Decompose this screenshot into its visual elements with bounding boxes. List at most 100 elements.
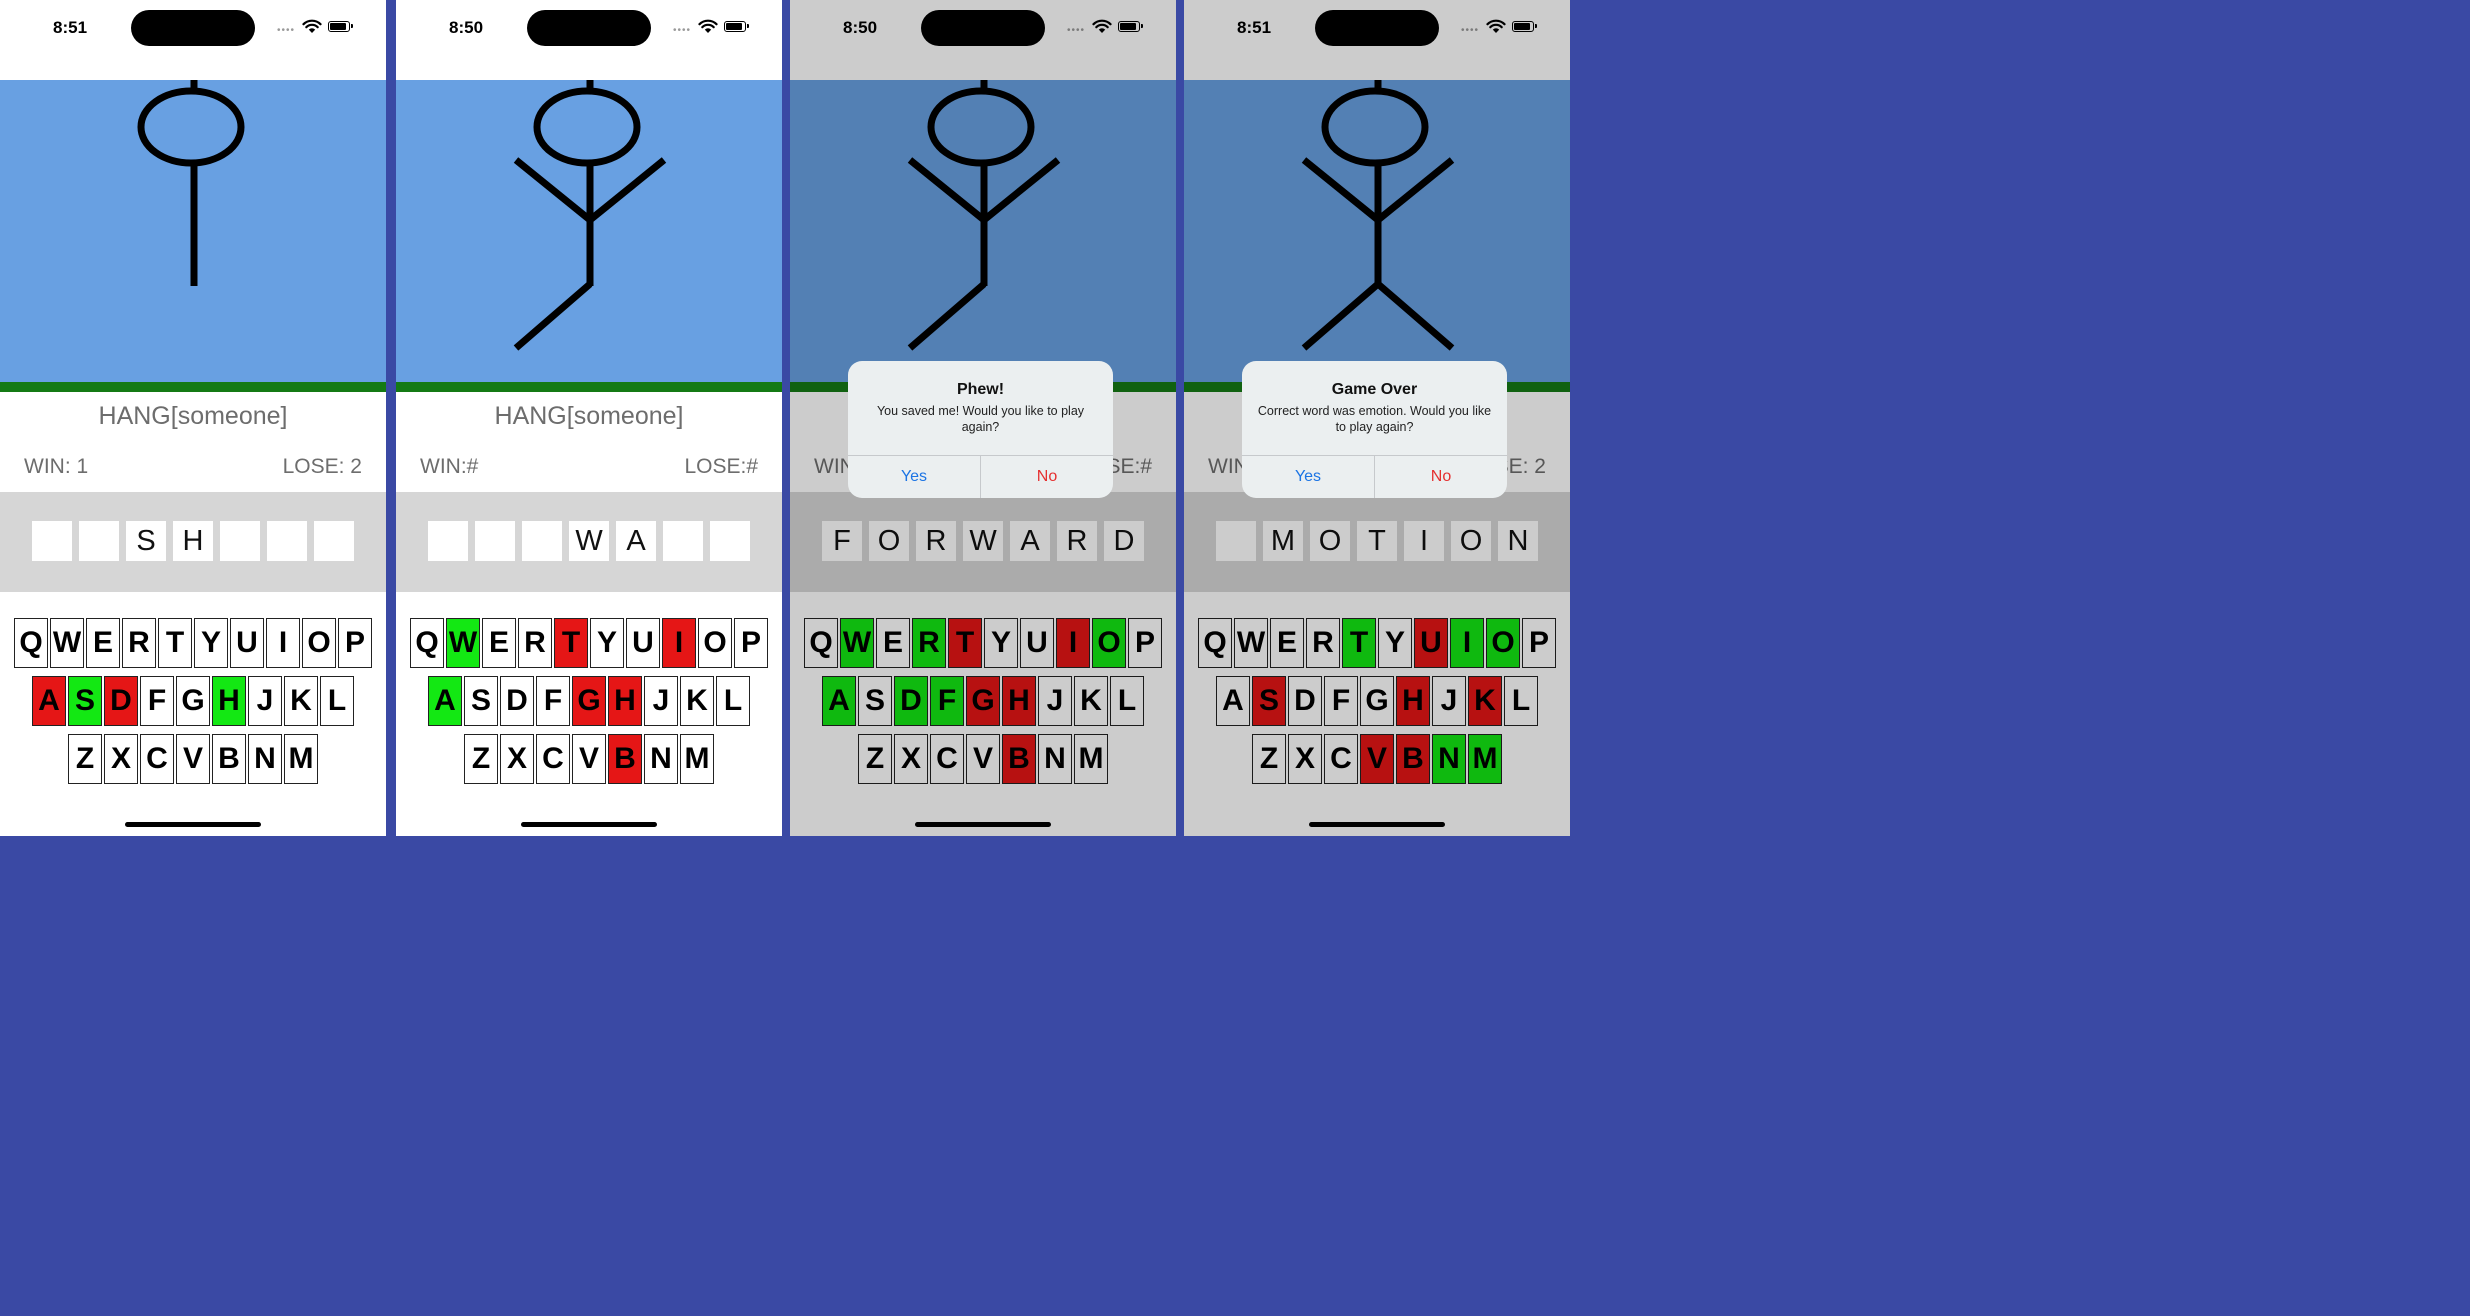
key-y[interactable]: Y — [590, 618, 624, 668]
key-f[interactable]: F — [536, 676, 570, 726]
letter-slot — [475, 521, 515, 561]
key-h[interactable]: H — [608, 676, 642, 726]
key-j[interactable]: J — [644, 676, 678, 726]
key-s[interactable]: S — [68, 676, 102, 726]
hangman-figure — [137, 80, 245, 286]
hangman-right-arm — [587, 157, 667, 223]
keyboard-row: ASDFGHJKL — [396, 676, 782, 726]
letter-slot — [710, 521, 750, 561]
key-p[interactable]: P — [734, 618, 768, 668]
battery-icon — [724, 21, 749, 32]
key-g[interactable]: G — [176, 676, 210, 726]
key-s[interactable]: S — [464, 676, 498, 726]
key-w[interactable]: W — [446, 618, 480, 668]
key-b[interactable]: B — [212, 734, 246, 784]
lose-count: LOSE:# — [684, 455, 758, 478]
key-c[interactable]: C — [536, 734, 570, 784]
letter-slot — [522, 521, 562, 561]
key-u[interactable]: U — [626, 618, 660, 668]
wifi-icon — [698, 19, 718, 33]
key-q[interactable]: Q — [14, 618, 48, 668]
letter-slot — [32, 521, 72, 561]
key-w[interactable]: W — [50, 618, 84, 668]
cellular-signal-icon: •••• — [673, 25, 692, 36]
key-h[interactable]: H — [212, 676, 246, 726]
alert-no-button[interactable]: No — [1375, 456, 1507, 498]
letter-slot — [267, 521, 307, 561]
phone-screen-2: 8:50 •••• HANG[someone] WIN:# LOSE:# WA … — [396, 0, 782, 836]
key-o[interactable]: O — [302, 618, 336, 668]
key-a[interactable]: A — [32, 676, 66, 726]
home-indicator[interactable] — [521, 822, 657, 827]
key-c[interactable]: C — [140, 734, 174, 784]
home-indicator[interactable] — [125, 822, 261, 827]
alert-message: Correct word was emotion. Would you like… — [1257, 404, 1492, 434]
key-d[interactable]: D — [104, 676, 138, 726]
letter-slot: W — [569, 521, 609, 561]
alert-dialog: Game Over Correct word was emotion. Woul… — [1242, 361, 1507, 498]
key-e[interactable]: E — [86, 618, 120, 668]
key-m[interactable]: M — [284, 734, 318, 784]
battery-icon — [328, 21, 353, 32]
wifi-icon — [302, 19, 322, 33]
alert-no-button[interactable]: No — [981, 456, 1113, 498]
hangman-head — [137, 87, 245, 167]
key-l[interactable]: L — [716, 676, 750, 726]
hangman-left-arm — [513, 157, 593, 223]
key-n[interactable]: N — [644, 734, 678, 784]
key-x[interactable]: X — [500, 734, 534, 784]
key-z[interactable]: Z — [68, 734, 102, 784]
key-r[interactable]: R — [122, 618, 156, 668]
key-v[interactable]: V — [572, 734, 606, 784]
hangman-head — [533, 87, 641, 167]
key-g[interactable]: G — [572, 676, 606, 726]
key-r[interactable]: R — [518, 618, 552, 668]
key-o[interactable]: O — [698, 618, 732, 668]
key-v[interactable]: V — [176, 734, 210, 784]
keyboard-row: QWERTYUIOP — [0, 618, 386, 668]
key-e[interactable]: E — [482, 618, 516, 668]
key-u[interactable]: U — [230, 618, 264, 668]
dynamic-island — [131, 10, 255, 46]
alert-yes-button[interactable]: Yes — [848, 456, 980, 498]
status-time: 8:50 — [449, 18, 484, 37]
gallows-area — [0, 80, 386, 382]
cellular-signal-icon: •••• — [277, 25, 296, 36]
key-a[interactable]: A — [428, 676, 462, 726]
key-p[interactable]: P — [338, 618, 372, 668]
key-n[interactable]: N — [248, 734, 282, 784]
alert-message: You saved me! Would you like to play aga… — [876, 404, 1085, 434]
ground-strip — [396, 382, 782, 392]
key-i[interactable]: I — [662, 618, 696, 668]
lose-count: LOSE: 2 — [282, 455, 362, 478]
key-k[interactable]: K — [284, 676, 318, 726]
key-t[interactable]: T — [554, 618, 588, 668]
win-count: WIN: 1 — [24, 455, 89, 478]
phone-screen-3: 8:50 •••• HANG[someone] WIN:# LOSE:# FOR… — [790, 0, 1176, 836]
phone-screen-4: 8:51 •••• HANG[someone] WIN: 1 LOSE: 2 M… — [1184, 0, 1570, 836]
key-j[interactable]: J — [248, 676, 282, 726]
key-i[interactable]: I — [266, 618, 300, 668]
key-d[interactable]: D — [500, 676, 534, 726]
letter-slot — [314, 521, 354, 561]
word-slots: WA — [396, 521, 782, 561]
key-t[interactable]: T — [158, 618, 192, 668]
alert-yes-button[interactable]: Yes — [1242, 456, 1374, 498]
letter-slot — [220, 521, 260, 561]
key-q[interactable]: Q — [410, 618, 444, 668]
key-z[interactable]: Z — [464, 734, 498, 784]
letter-slot — [663, 521, 703, 561]
key-f[interactable]: F — [140, 676, 174, 726]
key-b[interactable]: B — [608, 734, 642, 784]
key-l[interactable]: L — [320, 676, 354, 726]
key-x[interactable]: X — [104, 734, 138, 784]
dynamic-island — [527, 10, 651, 46]
alert-title: Game Over — [1331, 381, 1418, 398]
key-m[interactable]: M — [680, 734, 714, 784]
ground-strip — [0, 382, 386, 392]
letter-slot: H — [173, 521, 213, 561]
app-title: HANG[someone] — [494, 402, 684, 430]
key-k[interactable]: K — [680, 676, 714, 726]
key-y[interactable]: Y — [194, 618, 228, 668]
hangman-left-leg — [513, 281, 593, 351]
